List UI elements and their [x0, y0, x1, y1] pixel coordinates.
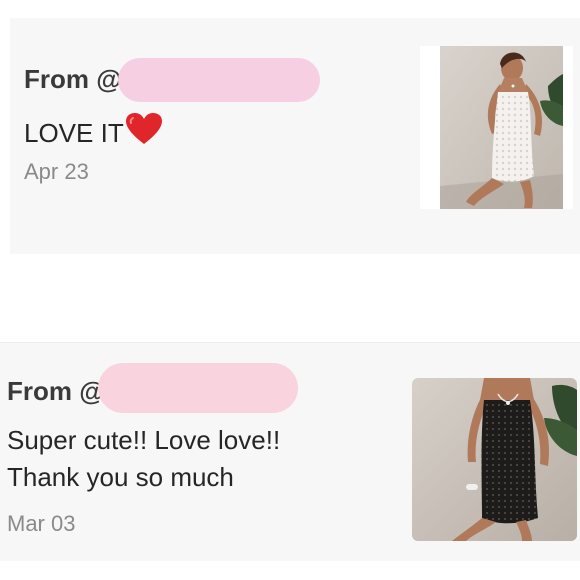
review-comment-line: Super cute!! Love love!! — [7, 425, 281, 455]
white-lace-dress-photo — [440, 46, 563, 209]
review-from-label: From @ — [24, 64, 122, 94]
review-date: Apr 23 — [24, 159, 89, 184]
review-comment-text: LOVE IT — [24, 118, 124, 148]
review-comment-line: Thank you so much — [7, 462, 234, 492]
review-author: From @ — [24, 64, 122, 95]
black-lace-dress-photo — [412, 378, 577, 541]
review-card[interactable]: From @ LOVE IT Apr 23 — [10, 18, 580, 254]
redacted-username — [118, 58, 320, 102]
review-date: Mar 03 — [7, 511, 76, 536]
reviews-page: From @ LOVE IT Apr 23 From @ Super cute!… — [0, 0, 580, 580]
review-from-label: From @ — [7, 376, 105, 406]
product-photo[interactable] — [420, 46, 573, 209]
review-comment: LOVE IT — [24, 112, 163, 153]
review-card[interactable]: From @ Super cute!! Love love!! Thank yo… — [0, 343, 580, 561]
product-photo[interactable] — [412, 378, 577, 541]
heart-emoji-icon — [125, 112, 163, 153]
redacted-username — [98, 363, 298, 413]
review-author: From @ — [7, 376, 105, 407]
